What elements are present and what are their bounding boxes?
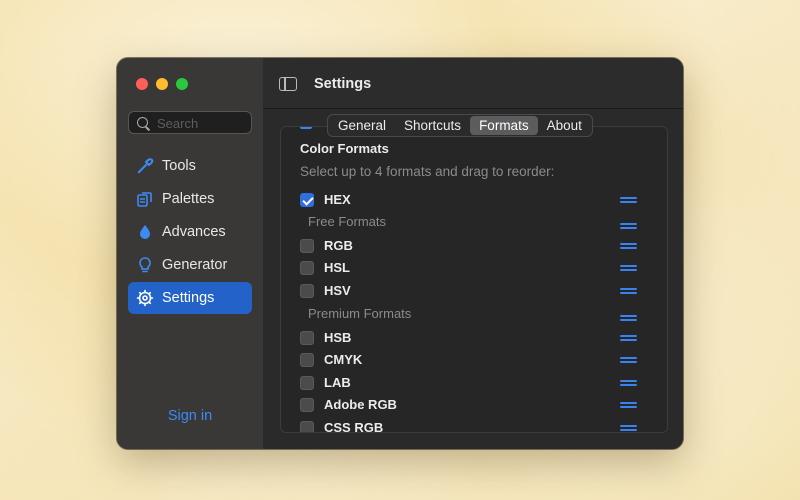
checkbox[interactable] (300, 284, 314, 298)
sidebar-item-settings[interactable]: Settings (128, 282, 252, 314)
titlebar: Settings (263, 58, 683, 109)
format-name: HSL (324, 260, 350, 275)
main-pane: Settings General Shortcuts Formats About… (263, 58, 683, 449)
format-row-hsl[interactable]: HSL (300, 258, 660, 280)
sidebar-item-advances[interactable]: Advances (128, 216, 252, 248)
formats-subtitle: Select up to 4 formats and drag to reord… (300, 164, 555, 179)
tab-general[interactable]: General (329, 116, 395, 135)
format-row-hsb[interactable]: HSB (300, 328, 660, 350)
formats-panel: Color Formats Select up to 4 formats and… (280, 126, 668, 433)
drag-handle-icon[interactable] (620, 243, 637, 252)
sidebar-item-label: Advances (162, 224, 226, 240)
format-row-hsv[interactable]: HSV (300, 281, 660, 303)
tab-shortcuts[interactable]: Shortcuts (395, 116, 470, 135)
search-box[interactable] (128, 111, 252, 134)
drag-handle-icon[interactable] (620, 288, 637, 297)
drag-handle-icon[interactable] (620, 223, 637, 232)
sidebar-item-palettes[interactable]: Palettes (128, 183, 252, 215)
drag-handle-icon[interactable] (620, 265, 637, 274)
format-name: CMYK (324, 352, 363, 367)
drag-handle-icon[interactable] (620, 380, 637, 389)
format-row-cmyk[interactable]: CMYK (300, 350, 660, 372)
tab-formats[interactable]: Formats (470, 116, 538, 135)
formats-heading: Color Formats (300, 141, 389, 156)
format-row-hex[interactable]: HEX (300, 190, 660, 212)
drag-handle-icon[interactable] (620, 425, 637, 432)
sidebar-item-label: Palettes (162, 191, 215, 207)
tab-bar: General Shortcuts Formats About (327, 114, 593, 137)
format-row-adobe-rgb[interactable]: Adobe RGB (300, 395, 660, 417)
sidebar-item-label: Tools (162, 158, 196, 174)
format-name: LAB (324, 375, 351, 390)
format-row-rgb[interactable]: RGB (300, 236, 660, 258)
checkbox[interactable] (300, 376, 314, 390)
format-name: RGB (324, 238, 353, 253)
drag-handle-icon[interactable] (620, 357, 637, 366)
minimize-window-button[interactable] (156, 78, 168, 90)
zoom-window-button[interactable] (176, 78, 188, 90)
palettes-icon (137, 192, 152, 207)
checkbox-checked[interactable] (300, 193, 314, 207)
format-name: HSV (324, 283, 351, 298)
search-icon (137, 117, 148, 128)
signin-link[interactable]: Sign in (117, 408, 263, 424)
format-name: Adobe RGB (324, 397, 397, 412)
close-window-button[interactable] (136, 78, 148, 90)
eyedropper-icon (137, 158, 154, 174)
sidebar-item-tools[interactable]: Tools (128, 150, 252, 182)
format-row-lab[interactable]: LAB (300, 373, 660, 395)
format-name: HEX (324, 192, 351, 207)
gear-icon (136, 289, 154, 307)
format-name: CSS RGB (324, 420, 384, 433)
drop-icon (140, 225, 150, 239)
drag-handle-icon[interactable] (620, 197, 637, 206)
group-label-free: Free Formats (308, 214, 387, 229)
checkbox[interactable] (300, 398, 314, 412)
scroll-indicator (300, 127, 312, 129)
drag-handle-icon[interactable] (620, 315, 637, 324)
sidebar-item-generator[interactable]: Generator (128, 249, 252, 281)
group-label-premium: Premium Formats (308, 306, 412, 321)
sidebar-item-label: Generator (162, 257, 228, 273)
sidebar: Tools Palettes Advances Generator (117, 58, 264, 449)
checkbox[interactable] (300, 331, 314, 345)
sidebar-toggle-icon[interactable] (279, 77, 297, 91)
drag-handle-icon[interactable] (620, 335, 637, 344)
format-row-css-rgb[interactable]: CSS RGB (300, 418, 660, 433)
checkbox[interactable] (300, 353, 314, 367)
lightbulb-icon (139, 257, 151, 273)
page-title: Settings (314, 76, 372, 92)
format-name: HSB (324, 330, 352, 345)
checkbox[interactable] (300, 421, 314, 432)
search-input[interactable] (155, 115, 249, 132)
checkbox[interactable] (300, 261, 314, 275)
sidebar-item-label: Settings (162, 290, 215, 306)
tab-about[interactable]: About (538, 116, 591, 135)
app-window: Tools Palettes Advances Generator (117, 58, 683, 449)
checkbox[interactable] (300, 239, 314, 253)
drag-handle-icon[interactable] (620, 402, 637, 411)
